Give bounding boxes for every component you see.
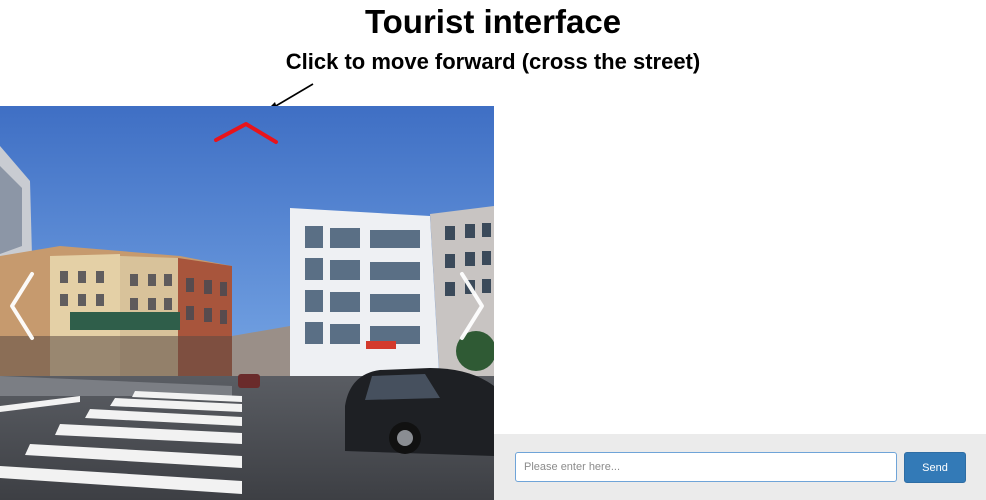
chat-input[interactable] xyxy=(515,452,897,482)
street-scene-image xyxy=(0,106,494,500)
turn-right-button[interactable] xyxy=(452,266,492,346)
chevron-up-icon xyxy=(214,122,278,144)
move-forward-button[interactable] xyxy=(208,114,288,150)
chat-footer: Send xyxy=(494,434,986,500)
chevron-right-icon xyxy=(460,272,484,340)
send-button[interactable]: Send xyxy=(904,452,966,483)
page-title: Tourist interface xyxy=(364,3,622,40)
chat-messages-area xyxy=(494,106,986,434)
chevron-left-icon xyxy=(10,272,34,340)
chat-panel: Send xyxy=(494,106,986,500)
page-subtitle: Click to move forward (cross the street) xyxy=(285,49,701,74)
turn-left-button[interactable] xyxy=(2,266,42,346)
street-view-panorama[interactable] xyxy=(0,106,494,500)
